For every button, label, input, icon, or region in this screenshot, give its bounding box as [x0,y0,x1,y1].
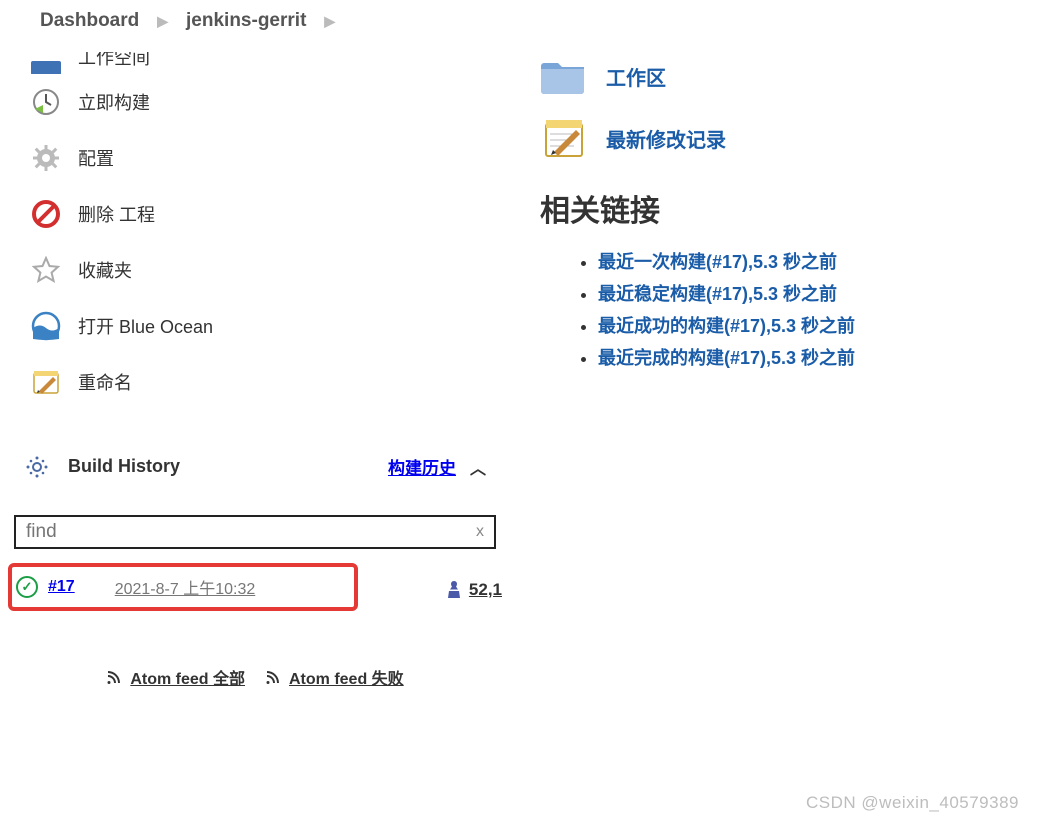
related-link[interactable]: 最近完成的构建(#17),5.3 秒之前 [598,348,855,368]
sidebar-item-label: 打开 Blue Ocean [78,313,213,339]
success-icon: ✓ [16,576,38,598]
sidebar-item-configure[interactable]: 配置 [0,130,510,186]
sidebar: 工作空间 立即构建 配置 删除 工程 收藏夹 [0,52,510,707]
sidebar-item-label: 重命名 [78,369,132,395]
sidebar-item-label: 删除 工程 [78,201,155,227]
sidebar-item-build-now[interactable]: 立即构建 [0,74,510,130]
related-link[interactable]: 最近稳定构建(#17),5.3 秒之前 [598,284,837,304]
terminal-icon [30,52,62,74]
related-list: 最近一次构建(#17),5.3 秒之前 最近稳定构建(#17),5.3 秒之前 … [540,248,1043,370]
rss-icon [265,669,281,685]
chevron-up-icon[interactable]: ︿ [470,455,486,479]
workspace-link[interactable]: 工作区 [606,62,666,91]
build-row[interactable]: ✓ #17 2021-8-7 上午10:32 [8,563,358,611]
changes-link-row: 最新修改记录 [540,114,1043,162]
build-history-header: Build History 构建历史 ︿ [0,440,510,493]
blueocean-icon [30,310,62,342]
sidebar-item-delete[interactable]: 删除 工程 [0,186,510,242]
gear-icon [30,142,62,174]
build-date[interactable]: 2021-8-7 上午10:32 [115,575,256,599]
clear-icon[interactable]: x [476,523,484,541]
chevron-right-icon: ▶ [324,13,335,30]
build-score[interactable]: 52,1 [469,580,502,600]
build-number[interactable]: #17 [48,578,75,596]
build-score-wrap: 52,1 [445,579,502,601]
breadcrumb: Dashboard ▶ jenkins-gerrit ▶ [0,0,1043,52]
related-link[interactable]: 最近一次构建(#17),5.3 秒之前 [598,252,837,272]
related-link[interactable]: 最近成功的构建(#17),5.3 秒之前 [598,316,855,336]
clock-play-icon [30,86,62,118]
notepad-pencil-icon [540,114,588,162]
sidebar-item-favorite[interactable]: 收藏夹 [0,242,510,298]
feeds: Atom feed 全部 Atom feed 失败 [0,647,510,707]
feed-label: Atom feed 失败 [289,665,404,689]
folder-icon [540,52,588,100]
star-icon [30,254,62,286]
chess-icon [445,579,463,601]
feed-label: Atom feed 全部 [130,665,245,689]
sidebar-item-blueocean[interactable]: 打开 Blue Ocean [0,298,510,354]
find-input[interactable] [26,521,476,543]
sidebar-item-rename[interactable]: 重命名 [0,354,510,410]
chevron-right-icon: ▶ [157,13,168,30]
sidebar-item-label: 配置 [78,145,114,171]
delete-icon [30,198,62,230]
rss-icon [106,669,122,685]
breadcrumb-home[interactable]: Dashboard [40,10,139,32]
sidebar-item-label: 工作空间 [78,52,150,70]
main-content: 工作区 最新修改记录 相关链接 最近一次构建(#17),5.3 秒之前 最近稳定… [510,52,1043,707]
watermark: CSDN @weixin_40579389 [806,793,1019,813]
notepad-icon [30,366,62,398]
changes-link[interactable]: 最新修改记录 [606,124,726,153]
build-history-title: Build History [68,456,388,477]
related-title: 相关链接 [540,186,1043,230]
trend-link[interactable]: 构建历史 [388,454,456,479]
history-icon [24,456,50,478]
sidebar-item-label: 立即构建 [78,89,150,115]
atom-feed-all[interactable]: Atom feed 全部 [106,665,245,689]
workspace-link-row: 工作区 [540,52,1043,100]
sidebar-item-workspace[interactable]: 工作空间 [0,52,510,74]
breadcrumb-project[interactable]: jenkins-gerrit [186,10,306,32]
sidebar-item-label: 收藏夹 [78,257,132,283]
atom-feed-failed[interactable]: Atom feed 失败 [265,665,404,689]
find-box: x [14,515,496,549]
